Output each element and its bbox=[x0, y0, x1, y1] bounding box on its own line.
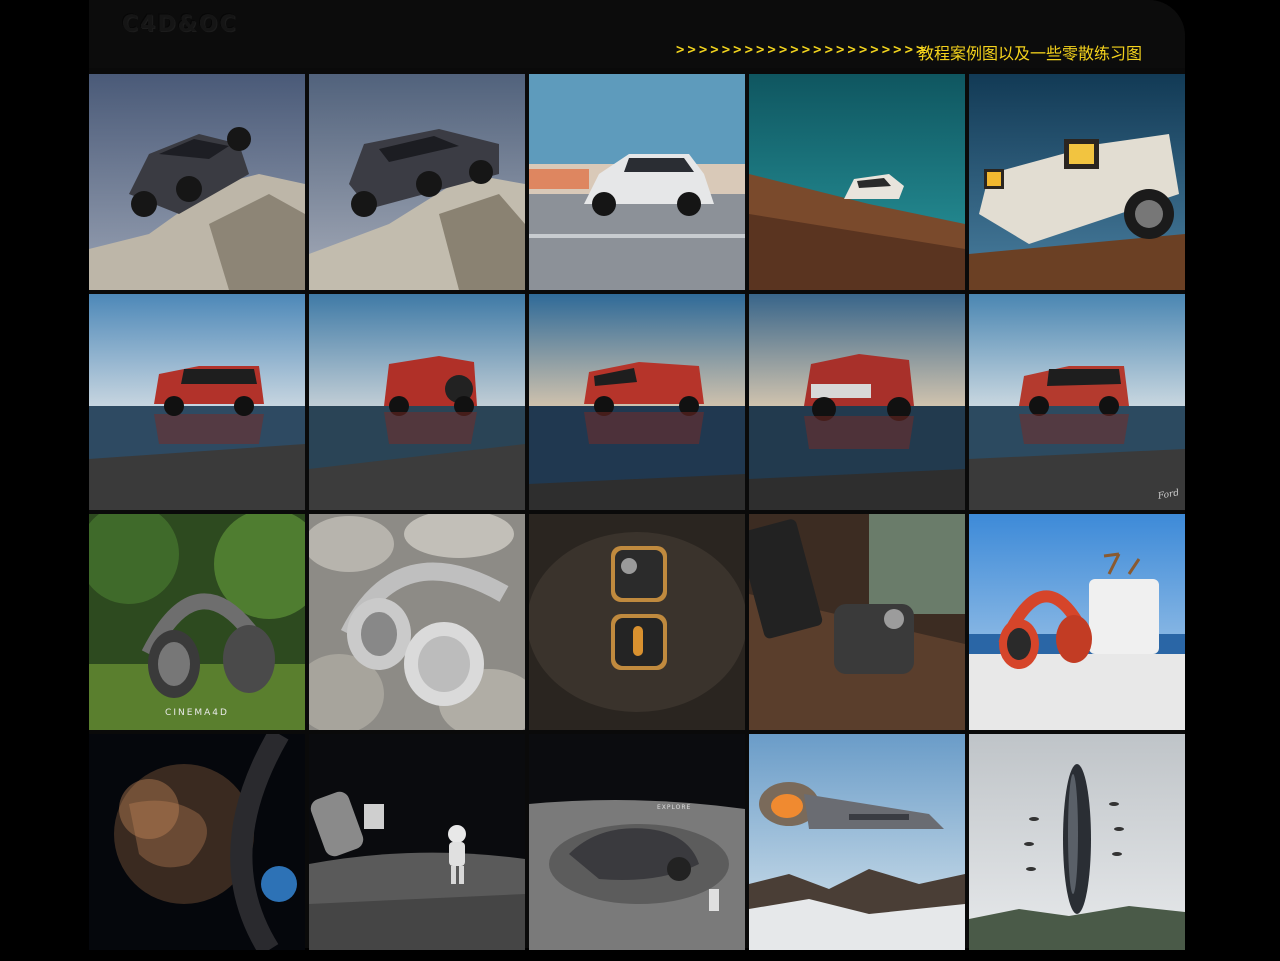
speaker-image bbox=[529, 514, 745, 730]
gallery-tile-white-suv-road[interactable] bbox=[529, 74, 745, 290]
gallery-tile-red-suv-4[interactable] bbox=[749, 294, 965, 510]
red-suv-image bbox=[969, 294, 1185, 510]
speaker-image bbox=[749, 514, 965, 730]
logo: C4D&OC bbox=[122, 12, 238, 37]
gallery-tile-headphones-stones[interactable] bbox=[309, 514, 525, 730]
gallery-tile-ufo-monolith[interactable] bbox=[969, 734, 1185, 950]
gallery-tile-speakers-stone[interactable] bbox=[529, 514, 745, 730]
gallery-grid: Ford CINEMA4D EXPLORE bbox=[89, 74, 1185, 950]
gallery-tile-speaker-table[interactable] bbox=[749, 514, 965, 730]
red-suv-image bbox=[89, 294, 305, 510]
page-title: 教程案例图以及一些零散练习图 bbox=[918, 44, 1143, 63]
red-suv-image bbox=[529, 294, 745, 510]
grey-suv-image bbox=[309, 74, 525, 290]
gallery-tile-red-suv-2[interactable] bbox=[309, 294, 525, 510]
gallery-tile-lunar-rover[interactable]: EXPLORE bbox=[529, 734, 745, 950]
spaceship-image bbox=[749, 734, 965, 950]
tile-caption: CINEMA4D bbox=[165, 708, 229, 718]
white-suv-image bbox=[529, 74, 745, 290]
gallery-tile-red-headphones[interactable] bbox=[969, 514, 1185, 730]
gallery-tile-classic-car-closeup[interactable] bbox=[969, 74, 1185, 290]
astronaut-image bbox=[309, 734, 525, 950]
arrow-decoration: >>>>>>>>>>>>>>>>>>>>>> bbox=[676, 42, 928, 58]
gallery-tile-grey-suv-rock-2[interactable] bbox=[309, 74, 525, 290]
headphones-image bbox=[969, 514, 1185, 730]
gallery-tile-planet-station[interactable] bbox=[89, 734, 305, 950]
classic-car-image bbox=[969, 74, 1185, 290]
gallery-tile-red-suv-5[interactable]: Ford bbox=[969, 294, 1185, 510]
grey-suv-image bbox=[89, 74, 305, 290]
classic-car-image bbox=[749, 74, 965, 290]
gallery-tile-grey-suv-rock-1[interactable] bbox=[89, 74, 305, 290]
gallery-tile-astronaut-moon[interactable] bbox=[309, 734, 525, 950]
ufo-image bbox=[969, 734, 1185, 950]
gallery-tile-classic-car-hill[interactable] bbox=[749, 74, 965, 290]
headphones-image bbox=[309, 514, 525, 730]
headphones-image bbox=[89, 514, 305, 730]
red-suv-image bbox=[309, 294, 525, 510]
gallery-tile-red-suv-3[interactable] bbox=[529, 294, 745, 510]
gallery-tile-headphones-grass[interactable]: CINEMA4D bbox=[89, 514, 305, 730]
gallery-tile-spaceship[interactable] bbox=[749, 734, 965, 950]
gallery-tile-red-suv-1[interactable] bbox=[89, 294, 305, 510]
planet-image bbox=[89, 734, 305, 950]
rover-image bbox=[529, 734, 745, 950]
red-suv-image bbox=[749, 294, 965, 510]
tile-caption: EXPLORE bbox=[657, 804, 692, 811]
